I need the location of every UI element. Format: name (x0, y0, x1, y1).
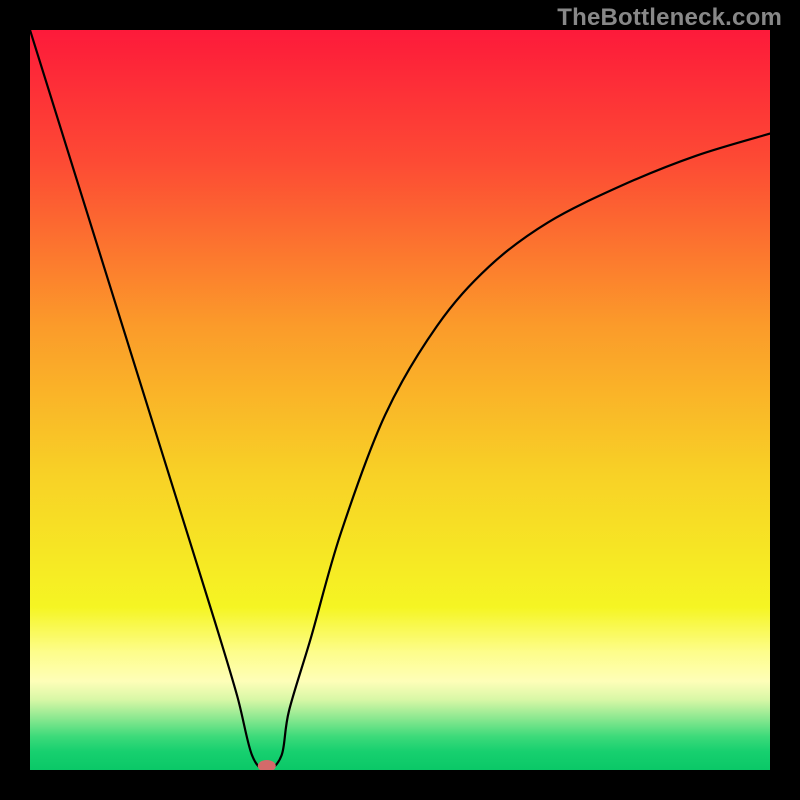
bottleneck-chart (30, 30, 770, 770)
gradient-background (30, 30, 770, 770)
plot-area (30, 30, 770, 770)
chart-frame: TheBottleneck.com (0, 0, 800, 800)
watermark-text: TheBottleneck.com (557, 4, 782, 32)
